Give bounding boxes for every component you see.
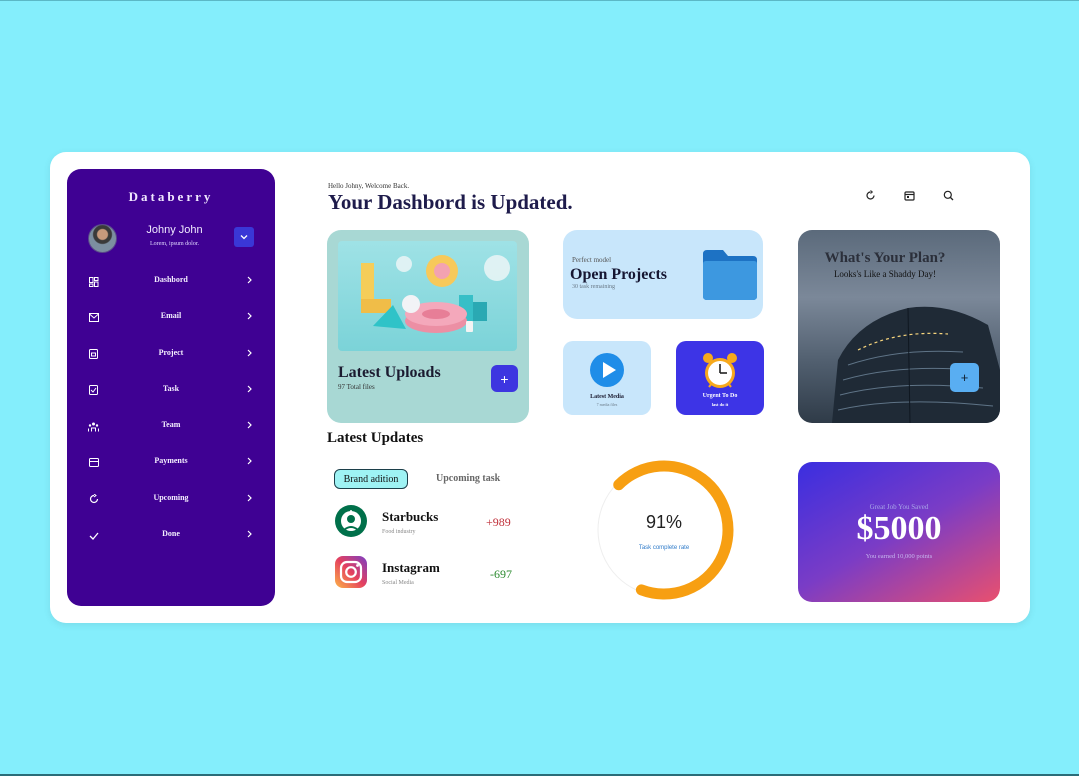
- uploads-title: Latest Uploads: [338, 364, 441, 381]
- projects-kicker: Perfect model: [572, 256, 612, 264]
- mail-icon: [88, 312, 99, 323]
- company-category: Food industry: [382, 529, 416, 535]
- upcoming-refresh-icon: [88, 494, 99, 505]
- sidebar-item-label: Task: [162, 383, 180, 393]
- company-name: Instagram: [382, 560, 440, 575]
- sidebar-item-label: Email: [160, 311, 182, 321]
- uploads-illustration: [338, 241, 517, 351]
- brand-logo: Databerry: [128, 189, 214, 204]
- dashboard-icon: [88, 276, 99, 287]
- sidebar-item-label: Upcoming: [153, 492, 189, 502]
- chevron-right-icon: [245, 456, 253, 466]
- uploads-subtitle: 97 Total files: [338, 383, 375, 391]
- tab-brand-adition[interactable]: Brand adition: [334, 469, 408, 489]
- savings-amount: $5000: [856, 510, 942, 547]
- open-projects-card[interactable]: Perfect model Open Projects 30 task rema…: [563, 230, 763, 319]
- sidebar-item-label: Payments: [154, 456, 188, 466]
- sidebar-nav: Dashbord Email Project Task Team Payment…: [67, 264, 275, 554]
- sidebar-item-label: Project: [158, 347, 184, 357]
- media-label: Latest Media: [590, 394, 624, 400]
- plan-title: What's Your Plan?: [824, 250, 946, 266]
- company-value: +989: [486, 515, 511, 529]
- urgent-subtitle: last do it: [711, 402, 729, 407]
- sidebar-item-label: Dashbord: [154, 275, 188, 284]
- payment-card-icon: [88, 457, 99, 468]
- plan-subtitle: Looks's Like a Shaddy Day!: [833, 269, 937, 279]
- sidebar-item-task[interactable]: Task: [67, 373, 275, 409]
- search-icon[interactable]: [941, 188, 955, 202]
- sidebar-item-label: Done: [162, 529, 180, 539]
- progress-value: 91%: [645, 512, 683, 532]
- updates-title: Latest Updates: [327, 430, 424, 446]
- company-name: Starbucks: [382, 509, 439, 524]
- chevron-right-icon: [245, 529, 253, 539]
- chevron-right-icon: [245, 348, 253, 358]
- greeting-text: Hello Johny, Welcome Back.: [328, 182, 410, 190]
- folder-icon: [703, 250, 757, 300]
- company-category: Social Media: [382, 580, 414, 586]
- sidebar-item-project[interactable]: Project: [67, 337, 275, 373]
- user-name: Johny John: [146, 224, 203, 236]
- latest-uploads-card[interactable]: Latest Uploads 97 Total files +: [327, 230, 529, 423]
- urgent-label: Urgent To Do: [702, 393, 738, 399]
- page-title: Your Dashbord is Updated.: [328, 190, 573, 214]
- latest-media-tile[interactable]: Latest Media 7 media files: [563, 341, 651, 415]
- alarm-clock-icon: [703, 353, 737, 388]
- calendar-icon[interactable]: [902, 188, 916, 202]
- sidebar: Databerry Johny John Lorem, ipsum dolor.…: [67, 169, 275, 606]
- user-menu-button[interactable]: [234, 227, 254, 247]
- projects-subtitle: 30 task remaining: [572, 284, 615, 290]
- sidebar-item-email[interactable]: Email: [67, 300, 275, 336]
- project-icon: [88, 349, 99, 360]
- tab-upcoming-task[interactable]: Upcoming task: [436, 473, 500, 484]
- instagram-logo-icon: [335, 556, 367, 588]
- chevron-down-icon: [240, 235, 248, 240]
- top-border: [0, 0, 1079, 1]
- sidebar-item-payments[interactable]: Payments: [67, 445, 275, 481]
- starbucks-logo-icon: [335, 505, 367, 537]
- add-plan-button[interactable]: +: [950, 363, 979, 392]
- chevron-right-icon: [245, 311, 253, 321]
- refresh-icon[interactable]: [863, 188, 877, 202]
- urgent-todo-tile[interactable]: Urgent To Do last do it: [676, 341, 764, 415]
- chevron-right-icon: [245, 384, 253, 394]
- media-subtitle: 7 media files: [596, 402, 618, 407]
- company-value: -697: [490, 567, 512, 581]
- projects-title: Open Projects: [570, 266, 668, 283]
- team-icon: [88, 421, 99, 432]
- savings-subtitle: You earned 10,000 points: [865, 553, 933, 560]
- play-icon: [590, 353, 624, 387]
- done-check-icon: [88, 530, 99, 541]
- savings-card[interactable]: Great Job You Saved $5000 You earned 10,…: [798, 462, 1000, 602]
- task-check-icon: [88, 385, 99, 396]
- sidebar-item-label: Team: [161, 420, 181, 430]
- sidebar-item-team[interactable]: Team: [67, 409, 275, 445]
- user-subtitle: Lorem, ipsum dolor.: [150, 241, 199, 247]
- avatar[interactable]: [88, 224, 117, 253]
- sidebar-item-upcoming[interactable]: Upcoming: [67, 482, 275, 518]
- chevron-right-icon: [245, 275, 253, 285]
- chevron-right-icon: [245, 420, 253, 430]
- sidebar-item-dashbord[interactable]: Dashbord: [67, 264, 275, 300]
- plan-card[interactable]: What's Your Plan? Looks's Like a Shaddy …: [798, 230, 1000, 423]
- chevron-right-icon: [245, 493, 253, 503]
- add-upload-button[interactable]: +: [491, 365, 518, 392]
- progress-label: Task complete rate: [638, 545, 690, 551]
- sidebar-item-done[interactable]: Done: [67, 518, 275, 554]
